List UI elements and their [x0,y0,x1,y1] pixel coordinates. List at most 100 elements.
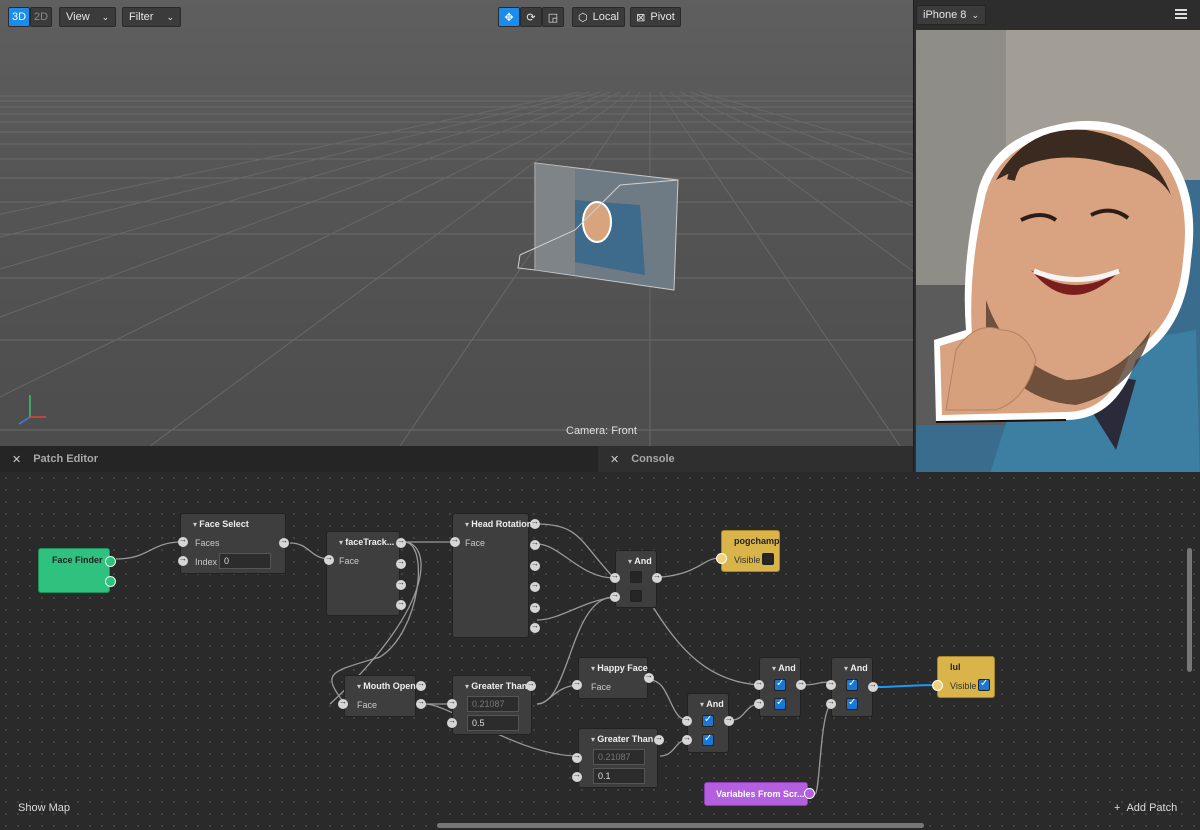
input-port[interactable] [826,697,836,709]
and-patch[interactable]: And [687,693,729,753]
input-port[interactable] [447,697,457,709]
and-patch[interactable]: And [759,657,801,717]
close-icon[interactable]: ✕ [12,453,21,466]
and-checkbox[interactable] [846,697,858,710]
input-port[interactable] [447,716,457,728]
chevron-down-icon: ⌄ [101,11,110,22]
input-port[interactable] [754,697,764,709]
input-port[interactable] [682,733,692,745]
scene-viewport[interactable]: 3D 2D View ⌄ Filter ⌄ ✥ ⟳ ◲ ⬡ Local ⊠ Pi… [0,0,913,446]
rotate-tool-button[interactable]: ⟳ [520,7,542,27]
head-rotation-patch[interactable]: Head Rotation Face [450,513,532,638]
input-port[interactable] [754,678,764,690]
output-port[interactable] [530,601,540,613]
visible-label: Visible [950,681,977,691]
input-b-field[interactable]: 0.1 [593,768,645,784]
output-port[interactable] [530,580,540,592]
input-port[interactable] [338,697,348,709]
face-tracker-patch[interactable]: faceTrack... Face [324,531,400,616]
input-port[interactable] [572,751,582,763]
happy-face-patch[interactable]: Happy Face Face [578,657,648,699]
input-port[interactable] [826,678,836,690]
and-checkbox[interactable] [774,678,786,691]
output-port[interactable] [724,714,734,726]
scale-tool-button[interactable]: ◲ [542,7,564,27]
local-toggle[interactable]: ⬡ Local [572,7,625,27]
output-port[interactable] [530,538,540,550]
patch-editor-title: Patch Editor [33,453,99,465]
patch-editor-canvas[interactable]: Face Finder Face Select Faces Index 0 fa… [0,472,1200,830]
device-selector[interactable]: iPhone 8 ⌄ [916,5,986,25]
and-patch[interactable]: And [831,657,873,717]
visible-checkbox[interactable] [762,553,774,565]
input-port[interactable] [572,678,582,690]
view-dropdown[interactable]: View ⌄ [59,7,116,27]
mode-3d-button[interactable]: 3D [8,7,30,27]
output-port[interactable] [279,536,289,548]
camera-plane[interactable] [517,162,679,291]
input-port[interactable] [682,714,692,726]
greater-than-patch[interactable]: Greater Than 0.21087 0.1 [578,728,658,788]
input-b-field[interactable]: 0.5 [467,715,519,731]
output-port[interactable] [396,557,406,569]
close-icon[interactable]: ✕ [610,453,619,466]
index-field[interactable]: 0 [219,553,271,569]
input-port[interactable] [324,553,334,565]
output-port[interactable] [416,679,426,691]
input-port[interactable] [610,590,620,602]
console-tab[interactable]: ✕ Console [598,446,913,472]
output-port[interactable] [530,517,540,529]
menu-icon[interactable] [1175,9,1187,19]
output-port[interactable] [868,680,878,692]
input-port[interactable] [716,553,727,564]
move-tool-button[interactable]: ✥ [498,7,520,27]
mouth-open-patch[interactable]: Mouth Open Face [344,675,416,717]
output-port[interactable] [654,733,664,745]
and-checkbox[interactable] [630,571,642,583]
camera-image [916,30,1200,518]
and-checkbox[interactable] [774,697,786,710]
horizontal-scrollbar[interactable] [437,823,924,828]
output-port[interactable] [396,578,406,590]
output-port[interactable] [105,556,116,567]
show-map-button[interactable]: Show Map [18,802,70,814]
filter-dropdown[interactable]: Filter ⌄ [122,7,181,27]
vertical-scrollbar[interactable] [1187,548,1192,672]
and-checkbox[interactable] [702,733,714,746]
variables-from-script-patch[interactable]: Variables From Scr... [704,782,808,806]
face-finder-patch[interactable]: Face Finder [38,548,116,593]
input-a-field[interactable]: 0.21087 [467,696,519,712]
patch-editor-tab[interactable]: ✕ Patch Editor [0,446,598,472]
input-port[interactable] [450,535,460,547]
and-checkbox[interactable] [846,678,858,691]
pogchamp-patch[interactable]: pogchamp Visible [721,530,780,572]
input-a-field[interactable]: 0.21087 [593,749,645,765]
face-select-title: Face Select [193,519,249,529]
and-checkbox[interactable] [702,714,714,727]
and-patch[interactable]: And [615,550,657,608]
input-port[interactable] [178,554,188,566]
and-checkbox[interactable] [630,590,642,602]
face-select-patch[interactable]: Face Select Faces Index 0 [178,513,286,574]
mode-2d-button[interactable]: 2D [30,7,52,27]
output-port[interactable] [530,559,540,571]
pivot-toggle[interactable]: ⊠ Pivot [630,7,681,27]
lul-patch[interactable]: lul Visible [937,656,995,698]
output-port[interactable] [416,697,426,709]
output-port[interactable] [396,598,406,610]
output-port[interactable] [804,788,815,799]
input-port[interactable] [932,680,943,691]
output-port[interactable] [644,671,654,683]
add-patch-button[interactable]: + Add Patch [1114,802,1177,814]
output-port[interactable] [796,678,806,690]
output-port[interactable] [530,621,540,633]
output-port[interactable] [652,571,662,583]
input-port[interactable] [572,770,582,782]
input-port[interactable] [178,535,188,547]
output-port[interactable] [396,536,406,548]
input-port[interactable] [610,571,620,583]
greater-than-patch[interactable]: Greater Than 0.21087 0.5 [452,675,532,735]
visible-checkbox[interactable] [978,678,990,691]
output-port[interactable] [105,576,116,587]
output-port[interactable] [526,679,536,691]
